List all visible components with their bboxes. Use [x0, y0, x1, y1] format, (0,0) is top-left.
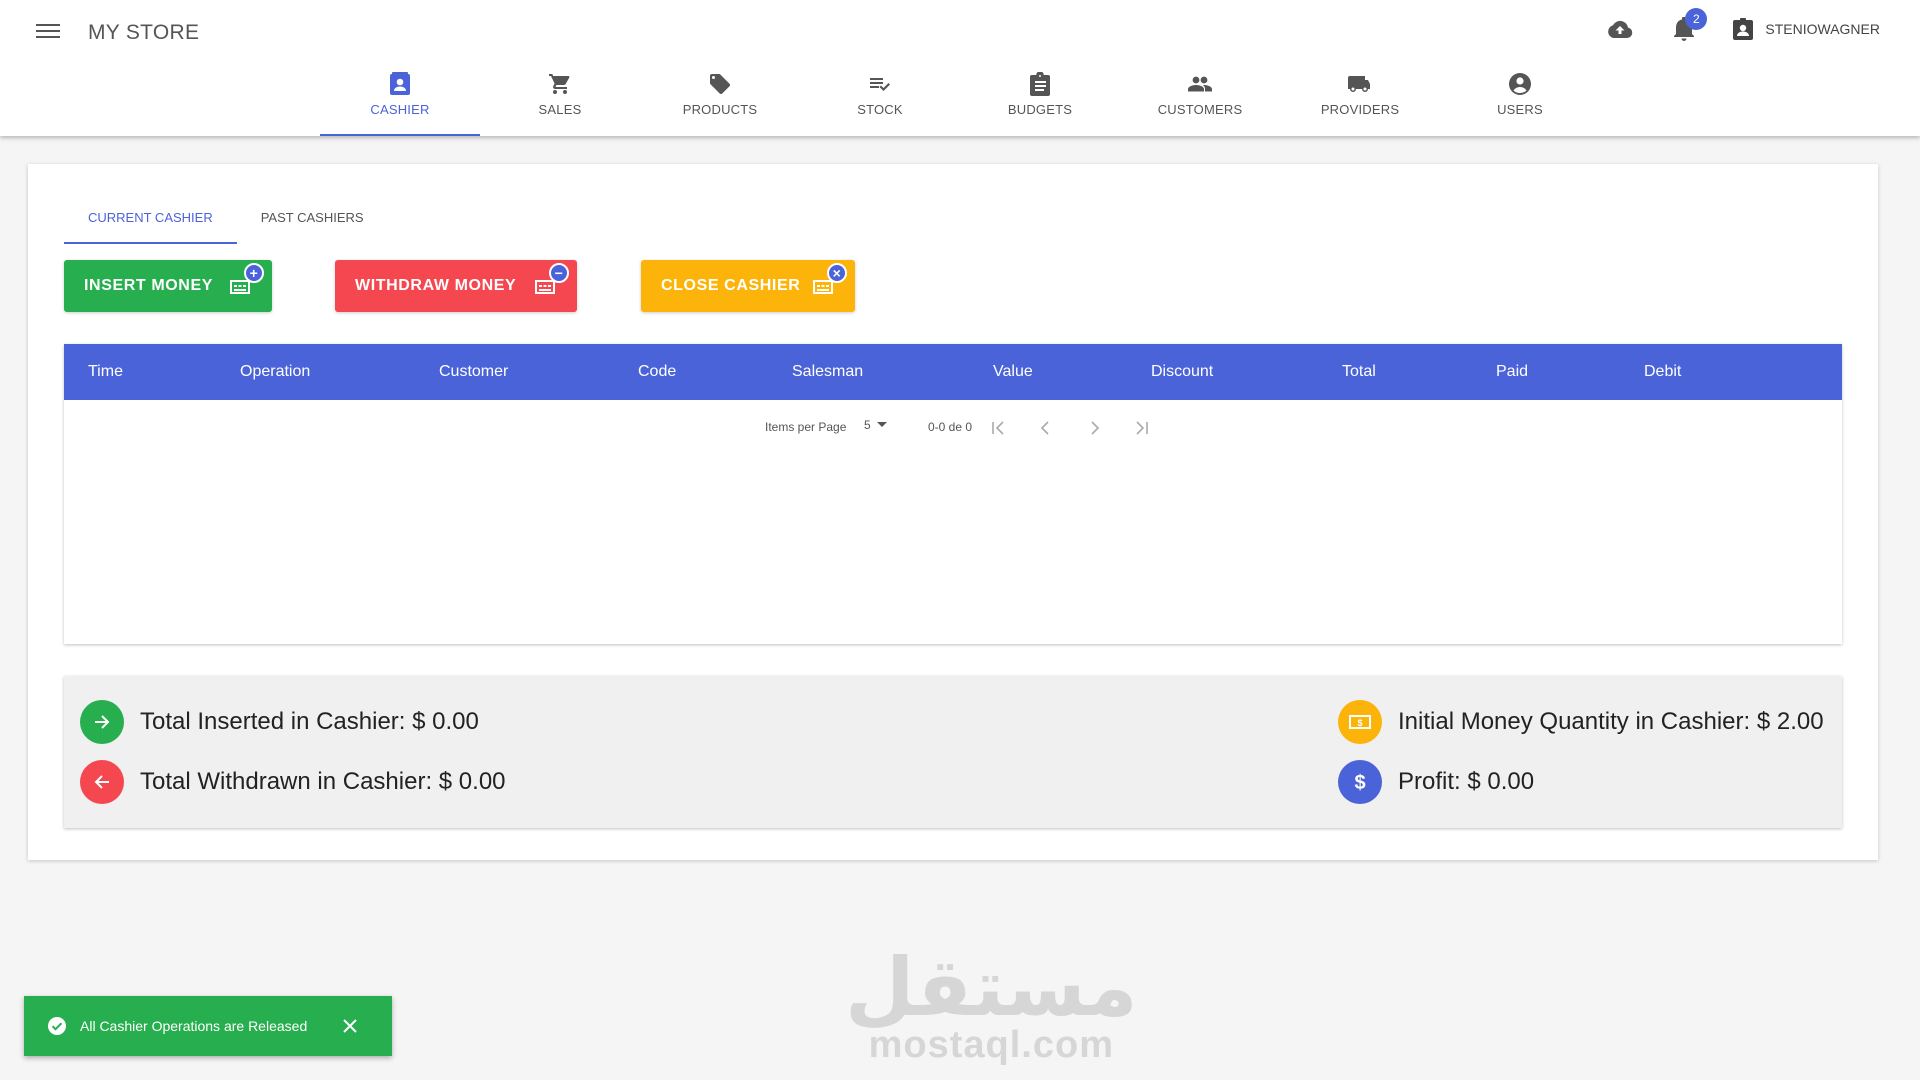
tab-products[interactable]: PRODUCTS: [640, 66, 800, 136]
cashier-subtabs: CURRENT CASHIER PAST CASHIERS: [64, 190, 388, 244]
tab-cashier[interactable]: CASHIER: [320, 66, 480, 136]
account-icon: [1509, 73, 1531, 95]
watermark-latin: mostaql.com: [868, 1024, 1114, 1066]
insert-money-label: INSERT MONEY: [84, 277, 213, 294]
watermark: مستقل mostaql.com: [845, 948, 1138, 1067]
app-title: MY STORE: [88, 21, 200, 44]
arrow-left-icon: [80, 760, 124, 804]
watermark-arabic: مستقل: [845, 941, 1138, 1034]
column-header-debit[interactable]: Debit: [1644, 344, 1681, 400]
notifications-icon[interactable]: 2: [1669, 8, 1708, 44]
close-icon[interactable]: [338, 1014, 362, 1038]
insert-money-button[interactable]: INSERT MONEY +: [64, 260, 272, 312]
tab-providers[interactable]: PROVIDERS: [1280, 66, 1440, 136]
cloud-upload-icon[interactable]: [1605, 14, 1635, 44]
tag-icon: [710, 74, 730, 94]
column-header-time[interactable]: Time: [88, 344, 123, 400]
minus-circle-icon: −: [549, 263, 569, 283]
menu-icon[interactable]: [36, 20, 60, 44]
cart-icon: [549, 74, 570, 94]
clipboard-icon: [1030, 72, 1050, 96]
snackbar: All Cashier Operations are Released: [24, 996, 392, 1056]
dollar-icon: $: [1338, 760, 1382, 804]
dropdown-arrow-icon: [876, 422, 887, 427]
items-per-page-value: 5: [864, 418, 871, 432]
top-app-bar: MY STORE 2 STENIOWAGNER CASHIER SALES PR…: [0, 0, 1920, 136]
tab-current-cashier[interactable]: CURRENT CASHIER: [64, 190, 237, 244]
column-header-value[interactable]: Value: [993, 344, 1033, 400]
tab-label: CASHIER: [370, 102, 430, 117]
total-inserted: Total Inserted in Cashier: $ 0.00: [80, 700, 479, 744]
profit: $ Profit: $ 0.00: [1338, 760, 1534, 804]
close-cashier-label: CLOSE CASHIER: [661, 277, 801, 294]
header-actions: 2 STENIOWAGNER: [1605, 8, 1880, 44]
notification-badge: 2: [1685, 8, 1708, 30]
tab-label: BUDGETS: [1007, 102, 1073, 117]
snackbar-message: All Cashier Operations are Released: [80, 1018, 308, 1034]
tab-label: PROVIDERS: [1320, 102, 1400, 117]
tab-sales[interactable]: SALES: [480, 66, 640, 136]
plus-circle-icon: +: [244, 263, 264, 283]
close-circle-icon: ×: [827, 263, 847, 283]
people-icon: [1188, 76, 1212, 92]
column-header-total[interactable]: Total: [1342, 344, 1376, 400]
column-header-discount[interactable]: Discount: [1151, 344, 1213, 400]
operations-table: Time Operation Customer Code Salesman Va…: [64, 344, 1842, 644]
tab-users[interactable]: USERS: [1440, 66, 1600, 136]
username: STENIOWAGNER: [1765, 21, 1880, 37]
first-page-icon[interactable]: [986, 416, 1010, 440]
cashier-card: CURRENT CASHIER PAST CASHIERS INSERT MON…: [28, 164, 1878, 860]
user-menu[interactable]: STENIOWAGNER: [1733, 18, 1880, 40]
svg-text:$: $: [1357, 718, 1362, 728]
withdraw-money-button[interactable]: WITHDRAW MONEY −: [335, 260, 577, 312]
previous-page-icon[interactable]: [1034, 416, 1058, 440]
tab-past-cashiers[interactable]: PAST CASHIERS: [237, 190, 388, 244]
column-header-customer[interactable]: Customer: [439, 344, 508, 400]
tab-label: SALES: [538, 102, 582, 117]
cashier-icon: [390, 72, 410, 95]
total-inserted-text: Total Inserted in Cashier: $ 0.00: [140, 708, 479, 735]
cash-icon: $: [1338, 700, 1382, 744]
tab-label: CUSTOMERS: [1157, 102, 1243, 117]
svg-text:$: $: [1354, 772, 1365, 793]
next-page-icon[interactable]: [1082, 416, 1106, 440]
tab-stock[interactable]: STOCK: [800, 66, 960, 136]
initial-money: $ Initial Money Quantity in Cashier: $ 2…: [1338, 700, 1824, 744]
total-withdrawn-text: Total Withdrawn in Cashier: $ 0.00: [140, 768, 506, 795]
paginator: Items per Page 5 0-0 de 0: [64, 416, 1842, 440]
column-header-salesman[interactable]: Salesman: [792, 344, 863, 400]
withdraw-money-label: WITHDRAW MONEY: [355, 277, 517, 294]
tab-customers[interactable]: CUSTOMERS: [1120, 66, 1280, 136]
items-per-page-select[interactable]: 5: [864, 418, 887, 432]
initial-money-text: Initial Money Quantity in Cashier: $ 2.0…: [1398, 708, 1824, 735]
column-header-code[interactable]: Code: [638, 344, 676, 400]
column-header-operation[interactable]: Operation: [240, 344, 310, 400]
close-cashier-button[interactable]: CLOSE CASHIER ×: [641, 260, 855, 312]
page-range-label: 0-0 de 0: [928, 420, 973, 434]
column-header-paid[interactable]: Paid: [1496, 344, 1528, 400]
total-withdrawn: Total Withdrawn in Cashier: $ 0.00: [80, 760, 506, 804]
main-nav-tabs: CASHIER SALES PRODUCTS STOCK BUDGETS CUS…: [320, 66, 1600, 136]
arrow-right-icon: [80, 700, 124, 744]
checklist-icon: [870, 78, 890, 91]
contact-card-icon: [1733, 18, 1754, 40]
check-circle-icon: [48, 1017, 66, 1035]
last-page-icon[interactable]: [1130, 416, 1154, 440]
profit-text: Profit: $ 0.00: [1398, 768, 1535, 795]
table-header: Time Operation Customer Code Salesman Va…: [64, 344, 1842, 400]
tab-label: USERS: [1497, 102, 1543, 117]
truck-icon: [1348, 76, 1370, 92]
tab-budgets[interactable]: BUDGETS: [960, 66, 1120, 136]
tab-label: PRODUCTS: [682, 102, 758, 117]
items-per-page-label: Items per Page: [765, 420, 847, 434]
tab-label: STOCK: [857, 102, 903, 117]
cashier-summary: Total Inserted in Cashier: $ 0.00 Total …: [64, 676, 1842, 828]
